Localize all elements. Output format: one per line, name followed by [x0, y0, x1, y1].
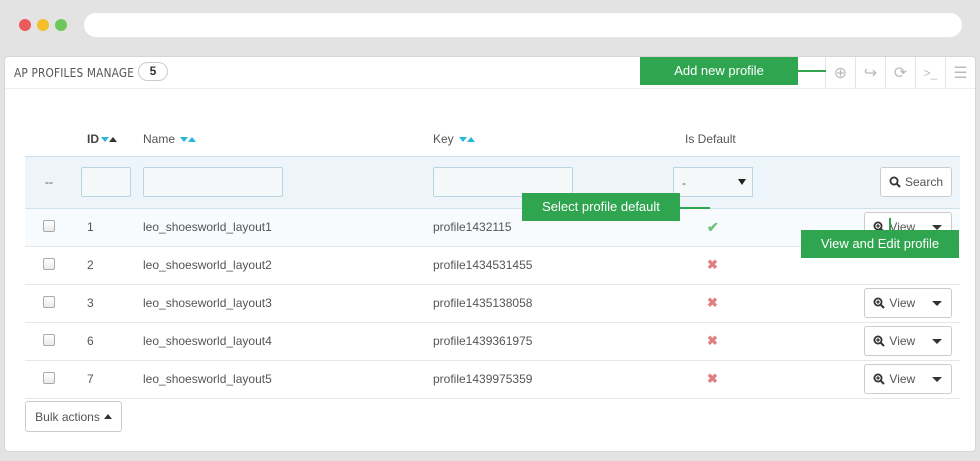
- caret-up-icon: [103, 414, 112, 419]
- row-name: leo_shoesworld_layout4: [143, 334, 272, 348]
- maximize-window-dot[interactable]: [55, 19, 67, 31]
- filter-dash: --: [45, 175, 53, 189]
- row-checkbox[interactable]: [43, 257, 55, 270]
- zoom-in-icon: [873, 335, 886, 347]
- plus-circle-icon: ⊕: [833, 65, 848, 82]
- id-column-header: ID: [75, 122, 143, 156]
- view-label: View: [889, 296, 916, 310]
- row-name: leo_shoesworld_layout1: [143, 220, 272, 234]
- database-icon: ☰: [953, 65, 968, 82]
- view-dropdown-toggle[interactable]: [924, 289, 951, 317]
- sort-asc-icon[interactable]: [188, 137, 197, 143]
- row-id: 1: [87, 220, 94, 234]
- row-key: profile1435138058: [433, 296, 533, 310]
- address-bar[interactable]: [84, 13, 962, 37]
- row-key: profile1439361975: [433, 334, 533, 348]
- select-column-header: [25, 122, 75, 156]
- view-dropdown-toggle[interactable]: [924, 327, 951, 355]
- key-column-header: Key: [433, 122, 673, 156]
- search-button-label: Search: [904, 175, 944, 189]
- row-id: 6: [87, 334, 94, 348]
- profiles-table: ID Name Key Is Default -- - Search 1 leo…: [25, 122, 960, 399]
- default-check-icon[interactable]: ✔: [707, 219, 719, 235]
- row-key: profile1434531455: [433, 258, 533, 272]
- is-default-column-header: Is Default: [685, 131, 736, 146]
- refresh-icon: ⟳: [893, 65, 908, 82]
- browser-chrome: [0, 0, 980, 50]
- view-label: View: [889, 334, 916, 348]
- not-default-cross-icon[interactable]: ✖: [707, 295, 718, 310]
- view-dropdown-toggle[interactable]: [924, 365, 951, 393]
- caret-down-icon: [932, 338, 943, 344]
- key-column-label: Key: [433, 131, 454, 146]
- view-button[interactable]: View: [865, 334, 924, 348]
- id-column-label: ID: [87, 131, 99, 146]
- close-window-dot[interactable]: [19, 19, 31, 31]
- sort-desc-icon[interactable]: [101, 137, 109, 143]
- search-button[interactable]: Search: [880, 167, 952, 197]
- profile-count-badge: 5: [138, 62, 168, 81]
- sql-query-button[interactable]: >_: [915, 57, 945, 89]
- terminal-icon: >_: [923, 66, 938, 80]
- row-checkbox[interactable]: [43, 295, 55, 308]
- table-row[interactable]: 7 leo_shoesworld_layout5 profile14399753…: [25, 360, 960, 398]
- bulk-actions-label: Bulk actions: [35, 409, 100, 424]
- table-row[interactable]: 3 leo_shoseworld_layout3 profile14351380…: [25, 284, 960, 322]
- select-value: -: [682, 176, 686, 190]
- name-column-label: Name: [143, 131, 176, 146]
- callout-connector: [798, 70, 826, 72]
- sort-asc-icon[interactable]: [467, 137, 476, 143]
- not-default-cross-icon[interactable]: ✖: [707, 371, 718, 386]
- add-new-profile-button[interactable]: ⊕: [825, 57, 855, 89]
- view-button[interactable]: View: [865, 296, 924, 310]
- row-id: 7: [87, 372, 94, 386]
- export-database-button[interactable]: ☰: [945, 57, 975, 89]
- bulk-actions-button[interactable]: Bulk actions: [25, 401, 122, 432]
- refresh-button[interactable]: ⟳: [885, 57, 915, 89]
- view-edit-callout: View and Edit profile: [801, 230, 959, 258]
- caret-down-icon: [738, 179, 746, 185]
- not-default-cross-icon[interactable]: ✖: [707, 257, 718, 272]
- is-default-filter-select[interactable]: -: [673, 167, 753, 197]
- export-button[interactable]: ↪: [855, 57, 885, 89]
- select-default-callout: Select profile default: [522, 193, 680, 221]
- name-column-header: Name: [143, 122, 433, 156]
- panel-title: AP PROFILES MANAGE: [14, 66, 135, 80]
- filter-row: -- - Search: [25, 156, 960, 208]
- view-button-group[interactable]: View: [864, 326, 952, 356]
- view-label: View: [889, 372, 916, 386]
- row-checkbox[interactable]: [43, 333, 55, 346]
- minimize-window-dot[interactable]: [37, 19, 49, 31]
- zoom-in-icon: [873, 297, 886, 309]
- row-name: leo_shoesworld_layout5: [143, 372, 272, 386]
- view-button[interactable]: View: [865, 372, 924, 386]
- row-name: leo_shoesworld_layout2: [143, 258, 272, 272]
- sort-desc-icon[interactable]: [459, 137, 468, 143]
- name-filter-input[interactable]: [143, 167, 283, 197]
- zoom-in-icon: [873, 373, 886, 385]
- id-filter-input[interactable]: [81, 167, 131, 197]
- table-header-row: ID Name Key Is Default: [25, 122, 960, 156]
- panel-header: AP PROFILES MANAGE 5 ⊕ ↪ ⟳ >_ ☰: [5, 57, 975, 89]
- search-icon: [889, 176, 901, 188]
- sort-desc-icon[interactable]: [180, 137, 189, 143]
- export-icon: ↪: [863, 65, 878, 82]
- not-default-cross-icon[interactable]: ✖: [707, 333, 718, 348]
- caret-down-icon: [932, 376, 943, 382]
- actions-column-header: [863, 122, 960, 156]
- row-checkbox[interactable]: [43, 371, 55, 384]
- row-id: 3: [87, 296, 94, 310]
- table-row[interactable]: 6 leo_shoesworld_layout4 profile14393619…: [25, 322, 960, 360]
- row-checkbox[interactable]: [43, 219, 55, 232]
- caret-down-icon: [932, 300, 943, 306]
- row-id: 2: [87, 258, 94, 272]
- view-button-group[interactable]: View: [864, 288, 952, 318]
- view-button-group[interactable]: View: [864, 364, 952, 394]
- row-key: profile1439975359: [433, 372, 533, 386]
- add-new-profile-callout: Add new profile: [640, 57, 798, 85]
- row-name: leo_shoseworld_layout3: [143, 296, 272, 310]
- caret-down-icon: [932, 224, 943, 230]
- callout-connector: [680, 207, 710, 209]
- sort-asc-icon[interactable]: [109, 137, 117, 143]
